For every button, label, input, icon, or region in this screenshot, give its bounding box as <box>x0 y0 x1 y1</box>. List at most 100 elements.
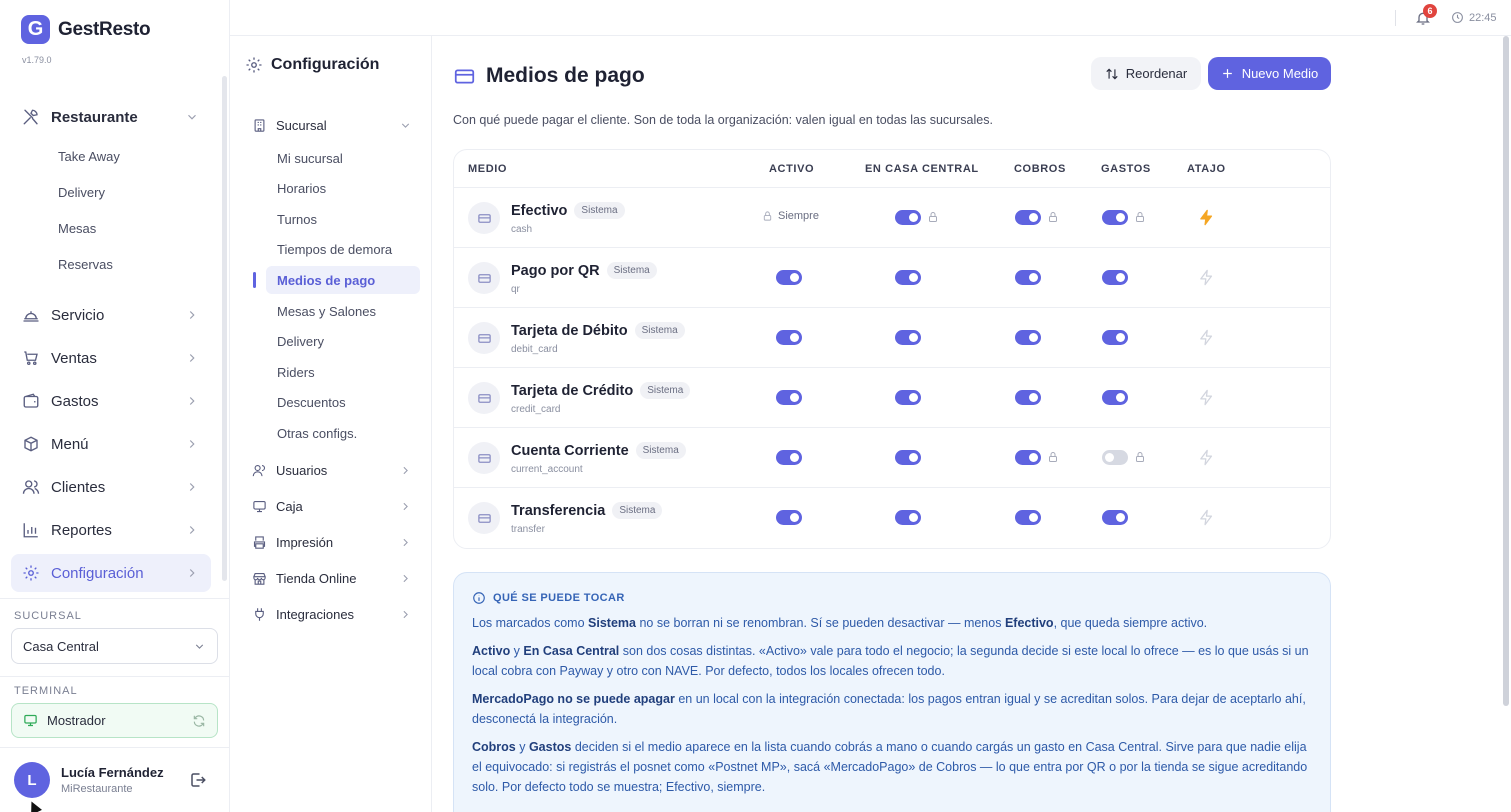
table-row[interactable]: Pago por QR Sistema qr <box>454 247 1330 307</box>
config-item-delivery[interactable]: Delivery <box>277 334 324 349</box>
table-row[interactable]: Transferencia Sistema transfer <box>454 487 1330 547</box>
user-org: MiRestaurante <box>61 783 133 795</box>
toggle-casa-central[interactable] <box>895 390 921 405</box>
sidebar-scrollbar[interactable] <box>222 76 227 581</box>
config-group-integraciones[interactable]: Integraciones <box>252 607 412 622</box>
toggle-casa-central[interactable] <box>895 510 921 525</box>
toggle-casa-central[interactable] <box>895 450 921 465</box>
toggle-casa-central[interactable] <box>895 330 921 345</box>
toggle-gastos[interactable] <box>1102 390 1128 405</box>
shortcut-bolt-icon[interactable] <box>1198 269 1215 286</box>
main-scrollbar[interactable] <box>1503 36 1509 706</box>
toggle-activo[interactable] <box>776 390 802 405</box>
building-icon <box>254 119 265 132</box>
toggle-cobros[interactable] <box>1015 390 1041 405</box>
shortcut-bolt-icon[interactable] <box>1198 449 1215 466</box>
payment-name-text: Cuenta Corriente <box>511 442 629 459</box>
chevron-right-icon <box>403 574 408 583</box>
toggle-cobros[interactable] <box>1015 510 1041 525</box>
reorder-button[interactable]: Reordenar <box>1091 57 1201 90</box>
nav-ventas[interactable]: Ventas <box>11 339 211 377</box>
nav-reportes[interactable]: Reportes <box>11 511 211 549</box>
refresh-icon[interactable] <box>192 714 206 728</box>
toggle-cobros[interactable] <box>1015 210 1041 225</box>
shortcut-bolt-icon[interactable] <box>1198 329 1215 346</box>
payment-code: credit_card <box>511 404 561 415</box>
config-item-medios-de-pago[interactable]: Medios de pago <box>266 266 420 294</box>
sucursal-select[interactable]: Casa Central <box>11 628 218 664</box>
store-icon <box>253 572 266 585</box>
subnav-take-away[interactable]: Take Away <box>58 149 120 164</box>
nav-label: Reportes <box>51 521 112 539</box>
toggle-activo[interactable] <box>776 450 802 465</box>
app-logo[interactable]: G GestResto <box>21 15 151 44</box>
table-row[interactable]: Cuenta Corriente Sistema current_account <box>454 427 1330 487</box>
toggle-cobros[interactable] <box>1015 450 1041 465</box>
column-header: MEDIO <box>468 163 508 175</box>
chevron-right-icon <box>403 502 408 511</box>
toggle-casa-central[interactable] <box>895 210 921 225</box>
terminal-selector[interactable]: Mostrador <box>11 703 218 738</box>
toggle-activo[interactable] <box>776 510 802 525</box>
toggle-gastos[interactable] <box>1102 510 1128 525</box>
subnav-reservas[interactable]: Reservas <box>58 257 113 272</box>
avatar: L <box>14 762 50 798</box>
column-header: ATAJO <box>1187 163 1226 175</box>
chevron-down-icon <box>188 114 196 120</box>
shortcut-bolt-icon[interactable] <box>1198 209 1215 226</box>
sucursal-label: SUCURSAL <box>14 610 82 622</box>
nav-servicio[interactable]: Servicio <box>11 296 211 334</box>
clock-icon <box>1452 12 1463 23</box>
user-name: Lucía Fernández <box>61 765 164 780</box>
clock: 22:45 <box>1451 11 1497 24</box>
config-group-sucursal[interactable]: Sucursal <box>252 118 412 133</box>
toggle-gastos[interactable] <box>1102 270 1128 285</box>
user-profile[interactable]: L Lucía Fernández MiRestaurante <box>14 762 164 798</box>
config-item-mi-sucursal[interactable]: Mi sucursal <box>277 151 343 166</box>
config-item-otras[interactable]: Otras configs. <box>277 426 357 441</box>
nav-gastos[interactable]: Gastos <box>11 382 211 420</box>
config-group-tienda-online[interactable]: Tienda Online <box>252 571 412 586</box>
monitor-icon <box>253 500 266 513</box>
toggle-gastos[interactable] <box>1102 210 1128 225</box>
toggle-cobros[interactable] <box>1015 270 1041 285</box>
config-item-riders[interactable]: Riders <box>277 365 315 380</box>
info-title-text: QUÉ SE PUEDE TOCAR <box>493 592 625 604</box>
config-item-turnos[interactable]: Turnos <box>277 212 317 227</box>
toggle-activo[interactable] <box>776 330 802 345</box>
toggle-casa-central[interactable] <box>895 270 921 285</box>
subnav-delivery[interactable]: Delivery <box>58 185 105 200</box>
nav-label: Clientes <box>51 478 106 496</box>
config-item-horarios[interactable]: Horarios <box>277 181 326 196</box>
nav-clientes[interactable]: Clientes <box>11 468 211 506</box>
logout-icon[interactable] <box>189 771 207 789</box>
nav-restaurante[interactable]: Restaurante <box>11 98 211 136</box>
divider <box>1395 10 1396 26</box>
table-row[interactable]: Tarjeta de Crédito Sistema credit_card <box>454 367 1330 427</box>
gear-icon <box>246 57 262 73</box>
lock-icon <box>927 211 939 224</box>
credit-card-icon <box>468 502 500 534</box>
config-group-impresion[interactable]: Impresión <box>252 535 412 550</box>
subnav-mesas[interactable]: Mesas <box>58 221 96 236</box>
toggle-activo[interactable] <box>776 270 802 285</box>
chart-icon <box>23 523 38 538</box>
nav-configuracion[interactable]: Configuración <box>11 554 211 592</box>
toggle-cobros[interactable] <box>1015 330 1041 345</box>
config-title-text: Configuración <box>271 56 380 73</box>
table-row[interactable]: Tarjeta de Débito Sistema debit_card <box>454 307 1330 367</box>
nav-menu[interactable]: Menú <box>11 425 211 463</box>
new-payment-button[interactable]: Nuevo Medio <box>1208 57 1331 90</box>
config-group-caja[interactable]: Caja <box>252 499 412 514</box>
monitor-icon <box>24 714 37 727</box>
table-row[interactable]: Efectivo Sistema cash Siempre <box>454 187 1330 247</box>
new-label: Nuevo Medio <box>1241 66 1319 81</box>
config-item-mesas[interactable]: Mesas y Salones <box>277 304 376 319</box>
shortcut-bolt-icon[interactable] <box>1198 509 1215 526</box>
toggle-gastos[interactable] <box>1102 330 1128 345</box>
config-group-usuarios[interactable]: Usuarios <box>252 463 412 478</box>
config-item-tiempos[interactable]: Tiempos de demora <box>277 242 392 257</box>
shortcut-bolt-icon[interactable] <box>1198 389 1215 406</box>
config-item-descuentos[interactable]: Descuentos <box>277 395 346 410</box>
toggle-gastos[interactable] <box>1102 450 1128 465</box>
